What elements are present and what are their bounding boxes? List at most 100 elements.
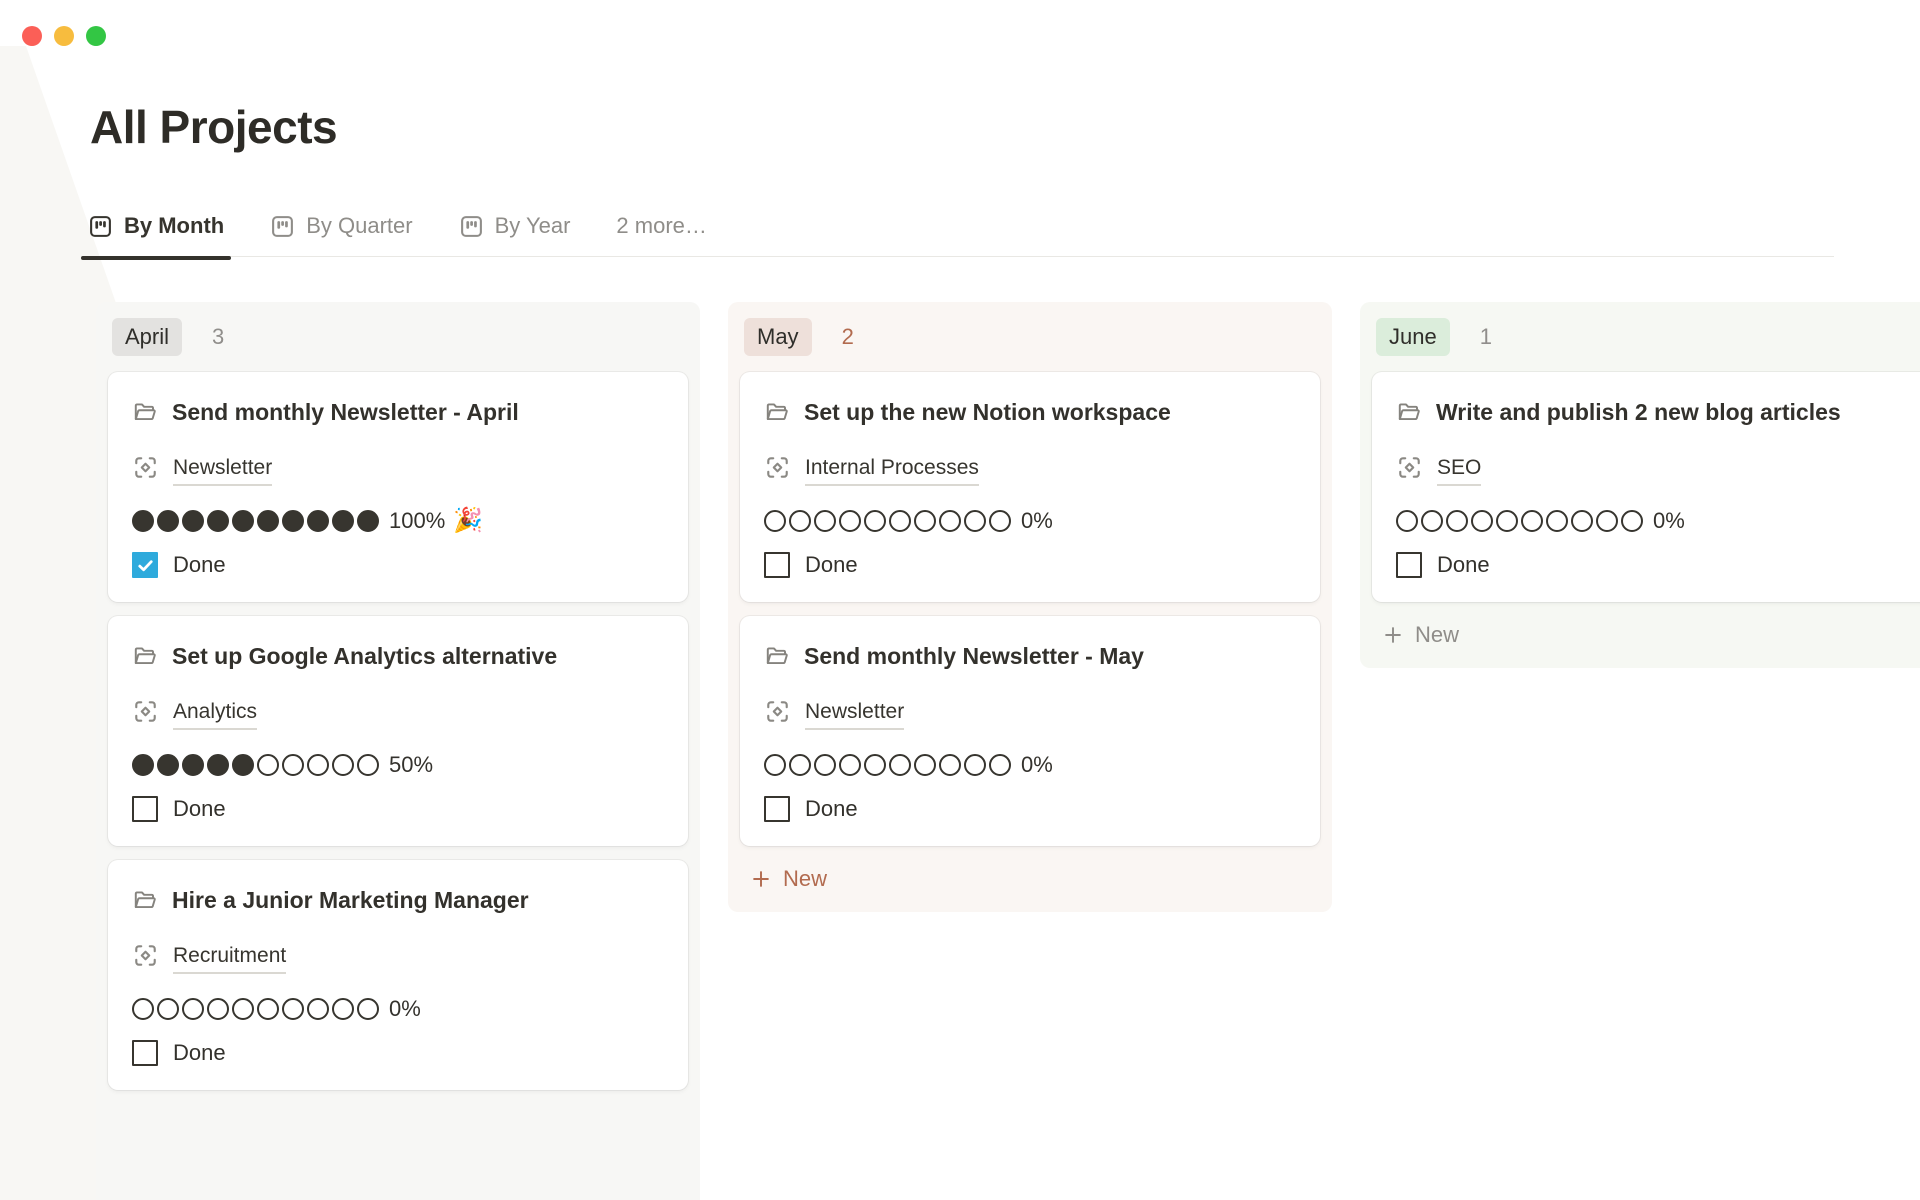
done-label: Done <box>805 796 858 822</box>
progress-dot <box>964 754 986 776</box>
card-title: Write and publish 2 new blog articles <box>1436 394 1841 430</box>
project-card[interactable]: Write and publish 2 new blog articles SE… <box>1372 372 1920 602</box>
done-label: Done <box>1437 552 1490 578</box>
done-row: Done <box>1396 552 1920 578</box>
progress-dot <box>207 510 229 532</box>
progress-dot <box>232 510 254 532</box>
progress-row: 0% <box>764 752 1296 778</box>
check-icon <box>137 557 154 574</box>
progress-dots <box>132 754 379 776</box>
progress-dot <box>357 998 379 1020</box>
progress-dot <box>182 754 204 776</box>
tab-2-more[interactable]: 2 more… <box>616 213 706 239</box>
project-card[interactable]: Send monthly Newsletter - May Newsletter… <box>740 616 1320 846</box>
app-window: All Projects By Month By Quarter <box>0 0 1920 1200</box>
tab-by-year[interactable]: By Year <box>459 213 571 239</box>
tab-label: By Quarter <box>306 213 412 239</box>
progress-dot <box>939 510 961 532</box>
column-header: April 3 <box>108 310 688 372</box>
card-title-row: Send monthly Newsletter - April <box>132 394 664 430</box>
progress-dot <box>282 510 304 532</box>
project-tag: Newsletter <box>764 698 1296 730</box>
column-may: May 2 Set up the new Notion workspace <box>728 302 1332 912</box>
tab-label: 2 more… <box>616 213 706 239</box>
progress-dot <box>814 510 836 532</box>
progress-dot <box>1621 510 1643 532</box>
project-card[interactable]: Set up Google Analytics alternative Anal… <box>108 616 688 846</box>
done-checkbox[interactable] <box>132 552 158 578</box>
project-icon <box>132 942 159 974</box>
done-checkbox[interactable] <box>764 796 790 822</box>
progress-dot <box>257 754 279 776</box>
project-icon <box>1396 454 1423 486</box>
progress-dot <box>157 510 179 532</box>
tab-by-month[interactable]: By Month <box>88 213 224 239</box>
project-card[interactable]: Send monthly Newsletter - April Newslett… <box>108 372 688 602</box>
progress-dot <box>1471 510 1493 532</box>
done-row: Done <box>132 552 664 578</box>
progress-label: 100% <box>389 508 445 534</box>
column-june: June 1 Write and publish 2 new blog arti… <box>1360 302 1920 668</box>
progress-dot <box>939 754 961 776</box>
progress-dot <box>332 754 354 776</box>
zoom-button[interactable] <box>86 26 106 46</box>
progress-dot <box>157 998 179 1020</box>
party-popper-emoji: 🎉 <box>453 509 483 533</box>
progress-dots <box>764 754 1011 776</box>
project-tag: Newsletter <box>132 454 664 486</box>
board-icon <box>270 214 295 239</box>
done-checkbox[interactable] <box>764 552 790 578</box>
progress-dot <box>182 998 204 1020</box>
progress-dot <box>864 510 886 532</box>
card-title: Send monthly Newsletter - May <box>804 638 1144 674</box>
done-checkbox[interactable] <box>132 796 158 822</box>
progress-dot <box>307 510 329 532</box>
progress-dot <box>1421 510 1443 532</box>
progress-dot <box>764 510 786 532</box>
new-button[interactable]: New <box>740 852 1320 900</box>
done-checkbox[interactable] <box>132 1040 158 1066</box>
group-count: 3 <box>212 324 224 350</box>
board: April 3 Send monthly Newsletter - April <box>96 302 1920 1200</box>
card-title: Set up the new Notion workspace <box>804 394 1171 430</box>
project-tag-label[interactable]: Recruitment <box>173 943 286 974</box>
column-header: June 1 <box>1372 310 1920 372</box>
progress-dots <box>764 510 1011 532</box>
project-tag-label[interactable]: Newsletter <box>805 699 904 730</box>
card-title: Hire a Junior Marketing Manager <box>172 882 529 918</box>
project-card[interactable]: Hire a Junior Marketing Manager Recruitm… <box>108 860 688 1090</box>
open-folder-icon <box>764 638 790 674</box>
progress-dot <box>132 754 154 776</box>
progress-dot <box>132 510 154 532</box>
progress-row: 0% <box>764 508 1296 534</box>
progress-dot <box>332 998 354 1020</box>
project-tag-label[interactable]: Analytics <box>173 699 257 730</box>
view-tabs: By Month By Quarter By Year 2 more… <box>88 213 1834 257</box>
project-card[interactable]: Set up the new Notion workspace Internal… <box>740 372 1320 602</box>
close-button[interactable] <box>22 26 42 46</box>
done-checkbox[interactable] <box>1396 552 1422 578</box>
progress-dots <box>132 510 379 532</box>
project-tag-label[interactable]: Internal Processes <box>805 455 979 486</box>
open-folder-icon <box>764 394 790 430</box>
done-label: Done <box>805 552 858 578</box>
project-tag-label[interactable]: Newsletter <box>173 455 272 486</box>
progress-dot <box>989 754 1011 776</box>
progress-dot <box>914 754 936 776</box>
card-title-row: Set up Google Analytics alternative <box>132 638 664 674</box>
minimize-button[interactable] <box>54 26 74 46</box>
tab-by-quarter[interactable]: By Quarter <box>270 213 412 239</box>
progress-dot <box>132 998 154 1020</box>
project-tag-label[interactable]: SEO <box>1437 455 1481 486</box>
progress-row: 0% <box>132 996 664 1022</box>
group-pill: April <box>112 318 182 356</box>
group-pill-label: April <box>125 324 169 349</box>
group-pill: May <box>744 318 812 356</box>
group-pill-label: May <box>757 324 799 349</box>
progress-dot <box>1546 510 1568 532</box>
card-title-row: Hire a Junior Marketing Manager <box>132 882 664 918</box>
tab-label: By Month <box>124 213 224 239</box>
new-button[interactable]: New <box>1372 608 1920 656</box>
open-folder-icon <box>1396 394 1422 430</box>
progress-dot <box>357 510 379 532</box>
